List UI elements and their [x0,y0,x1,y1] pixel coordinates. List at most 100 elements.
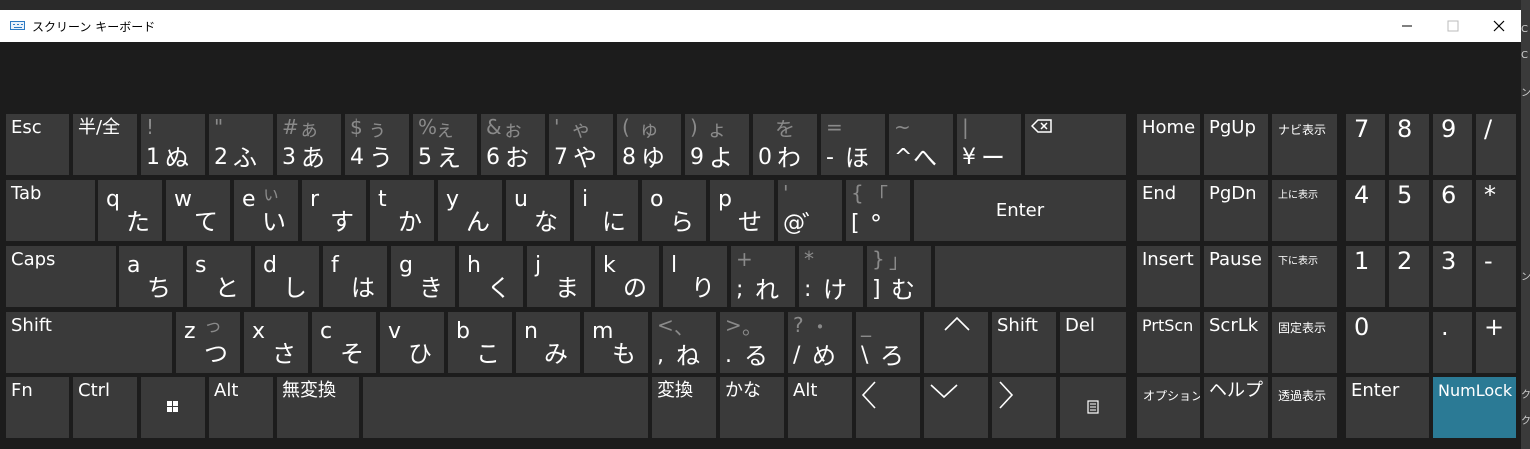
key-d[interactable]: dし [255,246,319,307]
key-del[interactable]: Del [1060,312,1126,373]
key-fn[interactable]: Fn [6,377,69,438]
key-7[interactable]: ' ゃ 7 や [549,114,613,175]
key-move-down[interactable]: 下に表示 [1272,246,1337,307]
key-numpad-enter[interactable]: Enter [1346,377,1429,438]
key-arrow-left[interactable] [856,377,920,438]
minimize-button[interactable] [1384,10,1430,42]
key-t[interactable]: tか [370,180,434,241]
key-numpad-5[interactable]: 5 [1389,180,1429,241]
key-z[interactable]: zっつ [176,312,240,373]
key-2[interactable]: " 2 ふ [209,114,273,175]
key-alt-left[interactable]: Alt [209,377,273,438]
key-j[interactable]: jま [527,246,591,307]
key-period[interactable]: >。. る [720,312,784,373]
key-numpad-divide[interactable]: / [1476,114,1516,175]
key-alt-right[interactable]: Alt [788,377,852,438]
key-dock[interactable]: 固定表示 [1272,312,1337,373]
key-muhenkan[interactable]: 無変換 [277,377,359,438]
key-5[interactable]: % ぇ 5 え [413,114,477,175]
key-left-bracket[interactable]: {「 [° [846,180,910,241]
key-shift-right[interactable]: Shift [992,312,1056,373]
key-q[interactable]: qた [98,180,162,241]
key-numpad-decimal[interactable]: . [1433,312,1472,373]
key-numpad-3[interactable]: 3 [1433,246,1472,307]
key-menu[interactable] [1060,377,1126,438]
key-pause[interactable]: Pause [1204,246,1268,307]
maximize-button[interactable] [1430,10,1476,42]
key-at[interactable]: ' @ ゛ [778,180,842,241]
key-enter-lower[interactable] [935,246,1126,307]
key-insert[interactable]: Insert [1137,246,1200,307]
key-arrow-right[interactable] [992,377,1056,438]
key-backspace[interactable] [1025,114,1126,175]
key-m[interactable]: mも [584,312,648,373]
key-s[interactable]: sと [187,246,251,307]
key-numpad-multiply[interactable]: * [1476,180,1516,241]
key-tab[interactable]: Tab [6,180,95,241]
key-scrlk[interactable]: ScrLk [1204,312,1268,373]
key-prtscn[interactable]: PrtScn [1137,312,1200,373]
key-colon[interactable]: *: け [799,246,863,307]
key-w[interactable]: wて [166,180,230,241]
key-numpad-8[interactable]: 8 [1389,114,1429,175]
key-comma[interactable]: <、, ね [652,312,716,373]
key-pgup[interactable]: PgUp [1204,114,1268,175]
key-minus[interactable]: = - ほ [821,114,885,175]
key-numpad-9[interactable]: 9 [1433,114,1472,175]
key-arrow-down[interactable] [924,377,988,438]
key-g[interactable]: gき [391,246,455,307]
key-y[interactable]: yん [438,180,502,241]
key-numpad-4[interactable]: 4 [1346,180,1385,241]
key-caret[interactable]: ~ ^ へ [889,114,953,175]
key-right-bracket[interactable]: }」] む [867,246,931,307]
close-button[interactable] [1476,10,1522,42]
key-caps[interactable]: Caps [6,246,116,307]
key-numlock[interactable]: NumLock [1433,377,1516,438]
key-numpad-2[interactable]: 2 [1389,246,1429,307]
key-8[interactable]: (ゅ 8 ゆ [617,114,681,175]
key-arrow-up[interactable] [924,312,988,373]
key-i[interactable]: iに [574,180,638,241]
key-l[interactable]: lり [663,246,727,307]
key-yen[interactable]: | ¥ ー [957,114,1021,175]
key-x[interactable]: xさ [244,312,308,373]
key-v[interactable]: vひ [380,312,444,373]
key-a[interactable]: aち [119,246,183,307]
key-slash[interactable]: ? ・ / め [788,312,852,373]
key-enter[interactable]: Enter [914,180,1126,241]
key-numpad-0[interactable]: 0 [1346,312,1429,373]
key-pgdn[interactable]: PgDn [1204,180,1268,241]
key-h[interactable]: hく [459,246,523,307]
key-shift-left[interactable]: Shift [6,312,172,373]
key-esc[interactable]: Esc [6,114,69,175]
key-e[interactable]: eぃい [234,180,298,241]
key-fade[interactable]: 透過表示 [1272,377,1337,438]
key-henkan[interactable]: 変換 [652,377,716,438]
key-options[interactable]: オプション [1137,377,1200,438]
key-ctrl[interactable]: Ctrl [73,377,137,438]
key-numpad-7[interactable]: 7 [1346,114,1385,175]
key-backslash[interactable]: _ \ ろ [856,312,920,373]
key-space[interactable] [363,377,648,438]
key-k[interactable]: kの [595,246,659,307]
key-c[interactable]: cそ [312,312,376,373]
key-end[interactable]: End [1137,180,1200,241]
key-b[interactable]: bこ [448,312,512,373]
key-o[interactable]: oら [642,180,706,241]
key-hankaku-zenkaku[interactable]: 半/全 [73,114,137,175]
key-numpad-add[interactable]: + [1476,312,1516,373]
key-nav-display[interactable]: ナビ表示 [1272,114,1337,175]
key-0[interactable]: を0わ [753,114,817,175]
key-move-up[interactable]: 上に表示 [1272,180,1337,241]
key-u[interactable]: uな [506,180,570,241]
key-numpad-subtract[interactable]: - [1476,246,1516,307]
key-semicolon[interactable]: +; れ [731,246,795,307]
key-9[interactable]: ) ょ 9 よ [685,114,749,175]
key-windows[interactable] [141,377,205,438]
key-f[interactable]: fは [323,246,387,307]
key-numpad-6[interactable]: 6 [1433,180,1472,241]
key-3[interactable]: # ぁ 3 あ [277,114,341,175]
key-6[interactable]: & ぉ 6 お [481,114,545,175]
key-kana[interactable]: かな [720,377,784,438]
key-r[interactable]: rす [302,180,366,241]
